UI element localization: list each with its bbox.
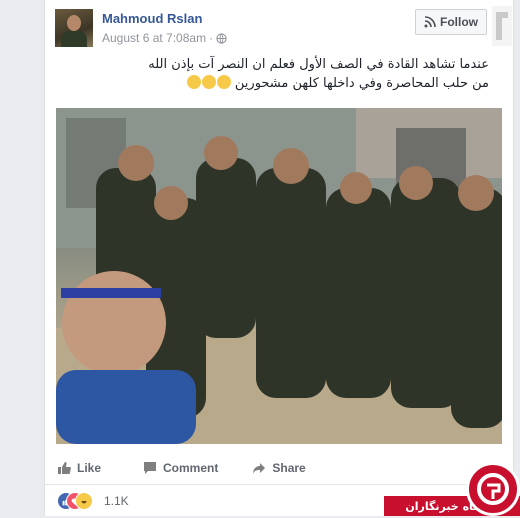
follow-button[interactable]: Follow [415, 9, 487, 35]
post-text-line-2-content: من حلب المحاصرة وفي داخلها كلهن مشحورين [234, 76, 489, 91]
author-name[interactable]: Mahmoud Rslan [102, 11, 202, 26]
like-label: Like [77, 461, 102, 475]
post-text-line-1: عندما تشاهد القادة في الصف الأول فعلم ان… [148, 57, 489, 72]
post-text-line-2: من حلب المحاصرة وفي داخلها كلهن مشحورين [69, 74, 489, 93]
rss-icon [424, 16, 436, 28]
group-photo-illustration [56, 108, 502, 444]
thumbs-up-icon [58, 462, 71, 474]
post-card: Mahmoud Rslan August 6 at 7:08am · Follo… [44, 0, 514, 516]
post-text: عندما تشاهد القادة في الصف الأول فعلم ان… [69, 55, 489, 93]
comment-button[interactable]: Comment [143, 461, 218, 475]
author-avatar[interactable] [55, 9, 93, 47]
reaction-icons [57, 492, 93, 510]
comment-label: Comment [163, 461, 219, 475]
post-timestamp[interactable]: August 6 at 7:08am [102, 31, 206, 45]
follow-label: Follow [440, 15, 478, 29]
action-bar: Like Comment Share [45, 452, 513, 485]
reactions-count: 1.1K [104, 494, 129, 508]
avatar-face [67, 15, 81, 31]
watermark-logo-icon [466, 462, 520, 516]
laughing-emoji-icon [216, 75, 231, 89]
reactions-summary[interactable]: 1.1K [57, 492, 129, 510]
laughing-emoji-icon [201, 75, 216, 89]
share-label: Share [272, 461, 306, 475]
comment-icon [144, 462, 157, 474]
share-button[interactable]: Share [252, 461, 306, 475]
watermark-corner-logo [492, 6, 512, 46]
avatar-body [61, 31, 87, 47]
laughing-emoji-icon [186, 75, 201, 89]
share-icon [253, 463, 266, 474]
post-meta: August 6 at 7:08am · [102, 31, 227, 45]
haha-icon [75, 492, 93, 510]
like-button[interactable]: Like [57, 461, 101, 475]
globe-icon[interactable] [216, 32, 227, 44]
post-photo[interactable] [56, 108, 502, 444]
